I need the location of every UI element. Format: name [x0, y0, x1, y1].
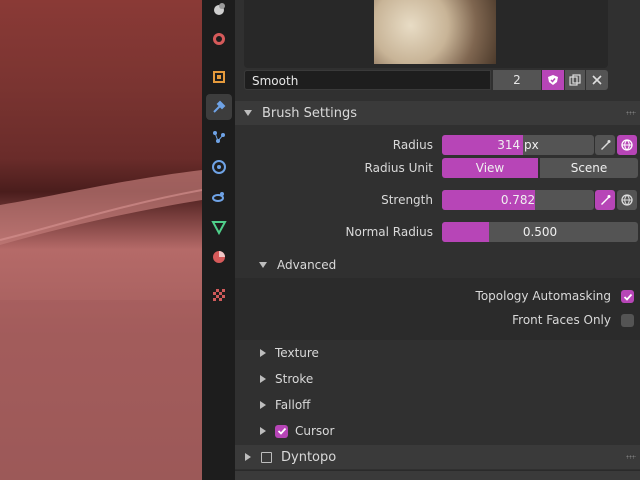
3d-viewport[interactable]: [0, 0, 202, 480]
texture-icon: [213, 289, 225, 301]
expand-icon: [260, 349, 266, 357]
falloff-subpanel-title: Falloff: [275, 398, 311, 412]
constraints-icon: [212, 192, 224, 202]
particles-tab[interactable]: [206, 124, 232, 150]
object-icon: [213, 71, 225, 83]
radius-unit-scene-option[interactable]: Scene: [540, 158, 638, 178]
data-tab[interactable]: [206, 214, 232, 240]
strength-label: Strength: [381, 193, 433, 207]
data-icon: [211, 221, 227, 235]
shield-icon: [548, 75, 558, 85]
modifier-tab[interactable]: [206, 94, 232, 120]
strength-scene-toggle[interactable]: [617, 190, 637, 210]
radius-unit-label: Radius Unit: [364, 161, 433, 175]
dyntopo-header[interactable]: Dyntopo: [235, 445, 640, 469]
radius-label: Radius: [392, 138, 433, 152]
physics-tab[interactable]: [206, 154, 232, 180]
checkmark-icon: [277, 427, 286, 435]
next-panel-header[interactable]: [235, 470, 640, 480]
front-faces-only-checkbox[interactable]: [621, 314, 634, 327]
brush-settings-header[interactable]: Brush Settings: [235, 101, 640, 125]
material-icon: [213, 251, 225, 263]
globe-icon: [621, 139, 633, 151]
stroke-subpanel-header[interactable]: Stroke: [235, 367, 640, 391]
falloff-subpanel-header[interactable]: Falloff: [235, 393, 640, 417]
advanced-header[interactable]: Advanced: [235, 253, 640, 277]
radius-slider[interactable]: 314 px: [442, 135, 594, 155]
world-icon: [213, 33, 225, 45]
expand-icon: [260, 427, 266, 435]
object-tab[interactable]: [206, 64, 232, 90]
scene-icon: [214, 3, 225, 15]
radius-pressure-button[interactable]: [595, 135, 615, 155]
drag-handle-icon[interactable]: [626, 455, 636, 459]
strength-slider[interactable]: 0.782: [442, 190, 594, 210]
brush-thumbnail[interactable]: [374, 0, 496, 64]
brush-name-field[interactable]: Smooth: [244, 70, 491, 90]
cursor-subpanel-header[interactable]: Cursor: [235, 419, 640, 443]
scene-tab[interactable]: [206, 0, 232, 22]
expand-icon: [260, 401, 266, 409]
duplicate-icon: [569, 74, 581, 86]
material-tab[interactable]: [206, 244, 232, 270]
normal-radius-label: Normal Radius: [345, 225, 433, 239]
front-faces-only-label: Front Faces Only: [512, 313, 611, 327]
world-tab[interactable]: [206, 26, 232, 52]
dyntopo-title: Dyntopo: [281, 449, 337, 465]
strength-pressure-button[interactable]: [595, 190, 615, 210]
brush-settings-title: Brush Settings: [262, 105, 357, 121]
drag-handle-icon[interactable]: [626, 111, 636, 115]
pen-pressure-icon: [601, 140, 611, 150]
properties-tab-bar: [202, 0, 236, 480]
normal-radius-slider[interactable]: 0.500: [442, 222, 638, 242]
constraints-tab[interactable]: [206, 184, 232, 210]
texture-subpanel-title: Texture: [275, 346, 319, 360]
modifier-icon: [213, 100, 226, 113]
properties-panel: Smooth 2 Brush Settings Radius 314 px Ra…: [235, 0, 640, 480]
radius-value: 314 px: [497, 138, 539, 152]
brush-users-count[interactable]: 2: [493, 70, 541, 90]
texture-tab[interactable]: [206, 282, 232, 308]
topology-automasking-checkbox[interactable]: [621, 290, 634, 303]
expand-icon: [245, 453, 251, 461]
unlink-brush-button[interactable]: [586, 70, 608, 90]
duplicate-brush-button[interactable]: [565, 70, 585, 90]
physics-icon: [212, 160, 226, 174]
dyntopo-checkbox[interactable]: [261, 451, 272, 463]
collapse-icon: [244, 110, 252, 116]
cursor-checkbox[interactable]: [275, 424, 288, 438]
topology-automasking-label: Topology Automasking: [475, 289, 611, 303]
checkmark-icon: [623, 293, 632, 301]
fake-user-button[interactable]: [542, 70, 564, 90]
particles-icon: [213, 131, 225, 143]
globe-icon: [621, 194, 633, 206]
pen-pressure-icon: [601, 195, 611, 205]
normal-radius-value: 0.500: [522, 225, 558, 239]
cursor-subpanel-title: Cursor: [295, 424, 335, 438]
radius-unit-scene-toggle[interactable]: [617, 135, 637, 155]
close-icon: [592, 75, 602, 85]
strength-value: 0.782: [500, 193, 536, 207]
stroke-subpanel-title: Stroke: [275, 372, 314, 386]
expand-icon: [260, 375, 266, 383]
radius-unit-view-option[interactable]: View: [442, 158, 538, 178]
collapse-icon: [259, 262, 267, 268]
advanced-title: Advanced: [277, 258, 337, 272]
texture-subpanel-header[interactable]: Texture: [235, 341, 640, 365]
brush-preview[interactable]: [244, 0, 608, 68]
